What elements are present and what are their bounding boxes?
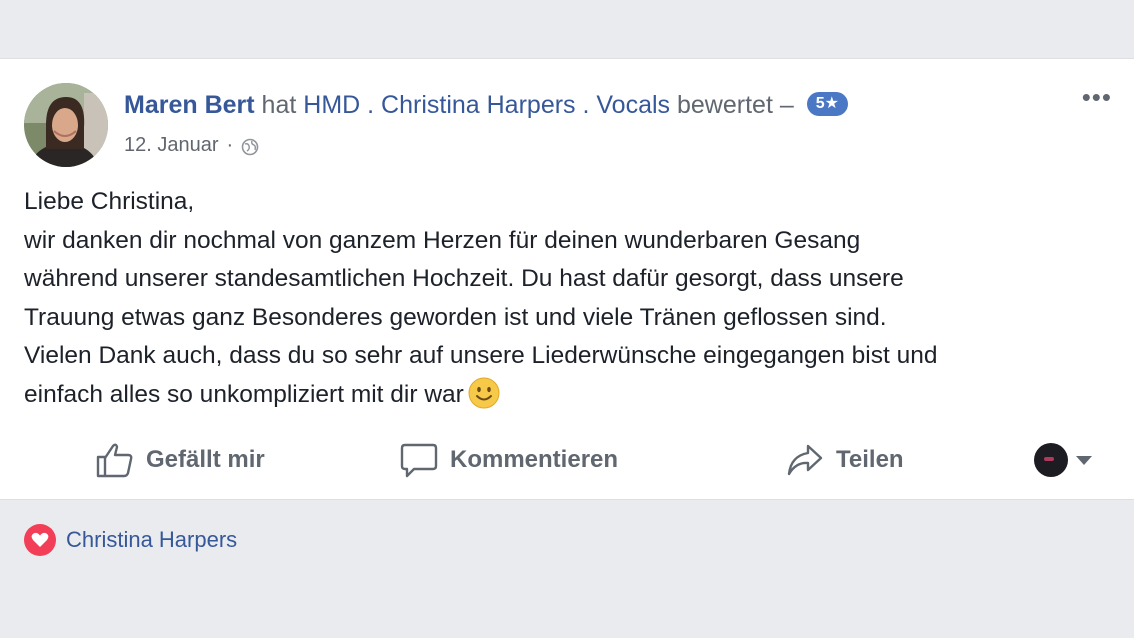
comment-button[interactable]: Kommentieren (400, 437, 618, 483)
rating-badge: 5★ (806, 92, 848, 117)
heart-icon (24, 524, 56, 556)
comment-bubble-icon (400, 442, 438, 478)
action-bar: Gefällt mir Kommentieren Teilen (0, 437, 1134, 483)
post-body: Liebe Christina, wir danken dir nochmal … (24, 183, 1114, 421)
reactions-summary[interactable]: Christina Harpers (24, 524, 237, 556)
more-options-icon[interactable]: ••• (1082, 84, 1112, 110)
post-line: während unserer standesamtlichen Hochzei… (24, 265, 904, 292)
thumbs-up-icon (96, 442, 134, 478)
post-date[interactable]: 12. Januar (124, 131, 219, 159)
author-name[interactable]: Maren Bert (124, 91, 255, 119)
verb-prefix: hat (261, 91, 297, 119)
post-meta: 12. Januar · (124, 131, 259, 159)
post-header: Maren Bert hat HMD . Christina Harpers .… (124, 89, 848, 121)
page-name-link[interactable]: HMD . Christina Harpers . Vocals (303, 91, 670, 119)
post-line: einfach alles so unkompliziert mit dir w… (24, 380, 464, 408)
post-line: Liebe Christina, (24, 188, 195, 215)
smiley-icon (468, 377, 500, 422)
globe-icon[interactable] (241, 136, 259, 156)
share-label: Teilen (836, 446, 904, 473)
page-avatar (1034, 443, 1068, 477)
meta-separator: · (226, 134, 234, 156)
post-line: Trauung etwas ganz Besonderes geworden i… (24, 303, 887, 331)
share-arrow-icon (786, 442, 824, 478)
post-as-selector[interactable] (1034, 443, 1092, 477)
post-line-last: einfach alles so unkompliziert mit dir w… (24, 376, 1114, 422)
post-line: Vielen Dank auch, dass du so sehr auf un… (24, 342, 938, 369)
review-post-card: Maren Bert hat HMD . Christina Harpers .… (0, 58, 1134, 500)
verb-suffix: bewertet – (677, 91, 794, 119)
comment-label: Kommentieren (450, 446, 619, 473)
like-button[interactable]: Gefällt mir (96, 437, 265, 483)
share-button[interactable]: Teilen (786, 437, 904, 483)
chevron-down-icon (1076, 455, 1092, 465)
reactor-names[interactable]: Christina Harpers (66, 527, 237, 553)
like-label: Gefällt mir (146, 446, 265, 473)
author-avatar[interactable] (24, 83, 108, 167)
post-line: wir danken dir nochmal von ganzem Herzen… (24, 226, 861, 254)
